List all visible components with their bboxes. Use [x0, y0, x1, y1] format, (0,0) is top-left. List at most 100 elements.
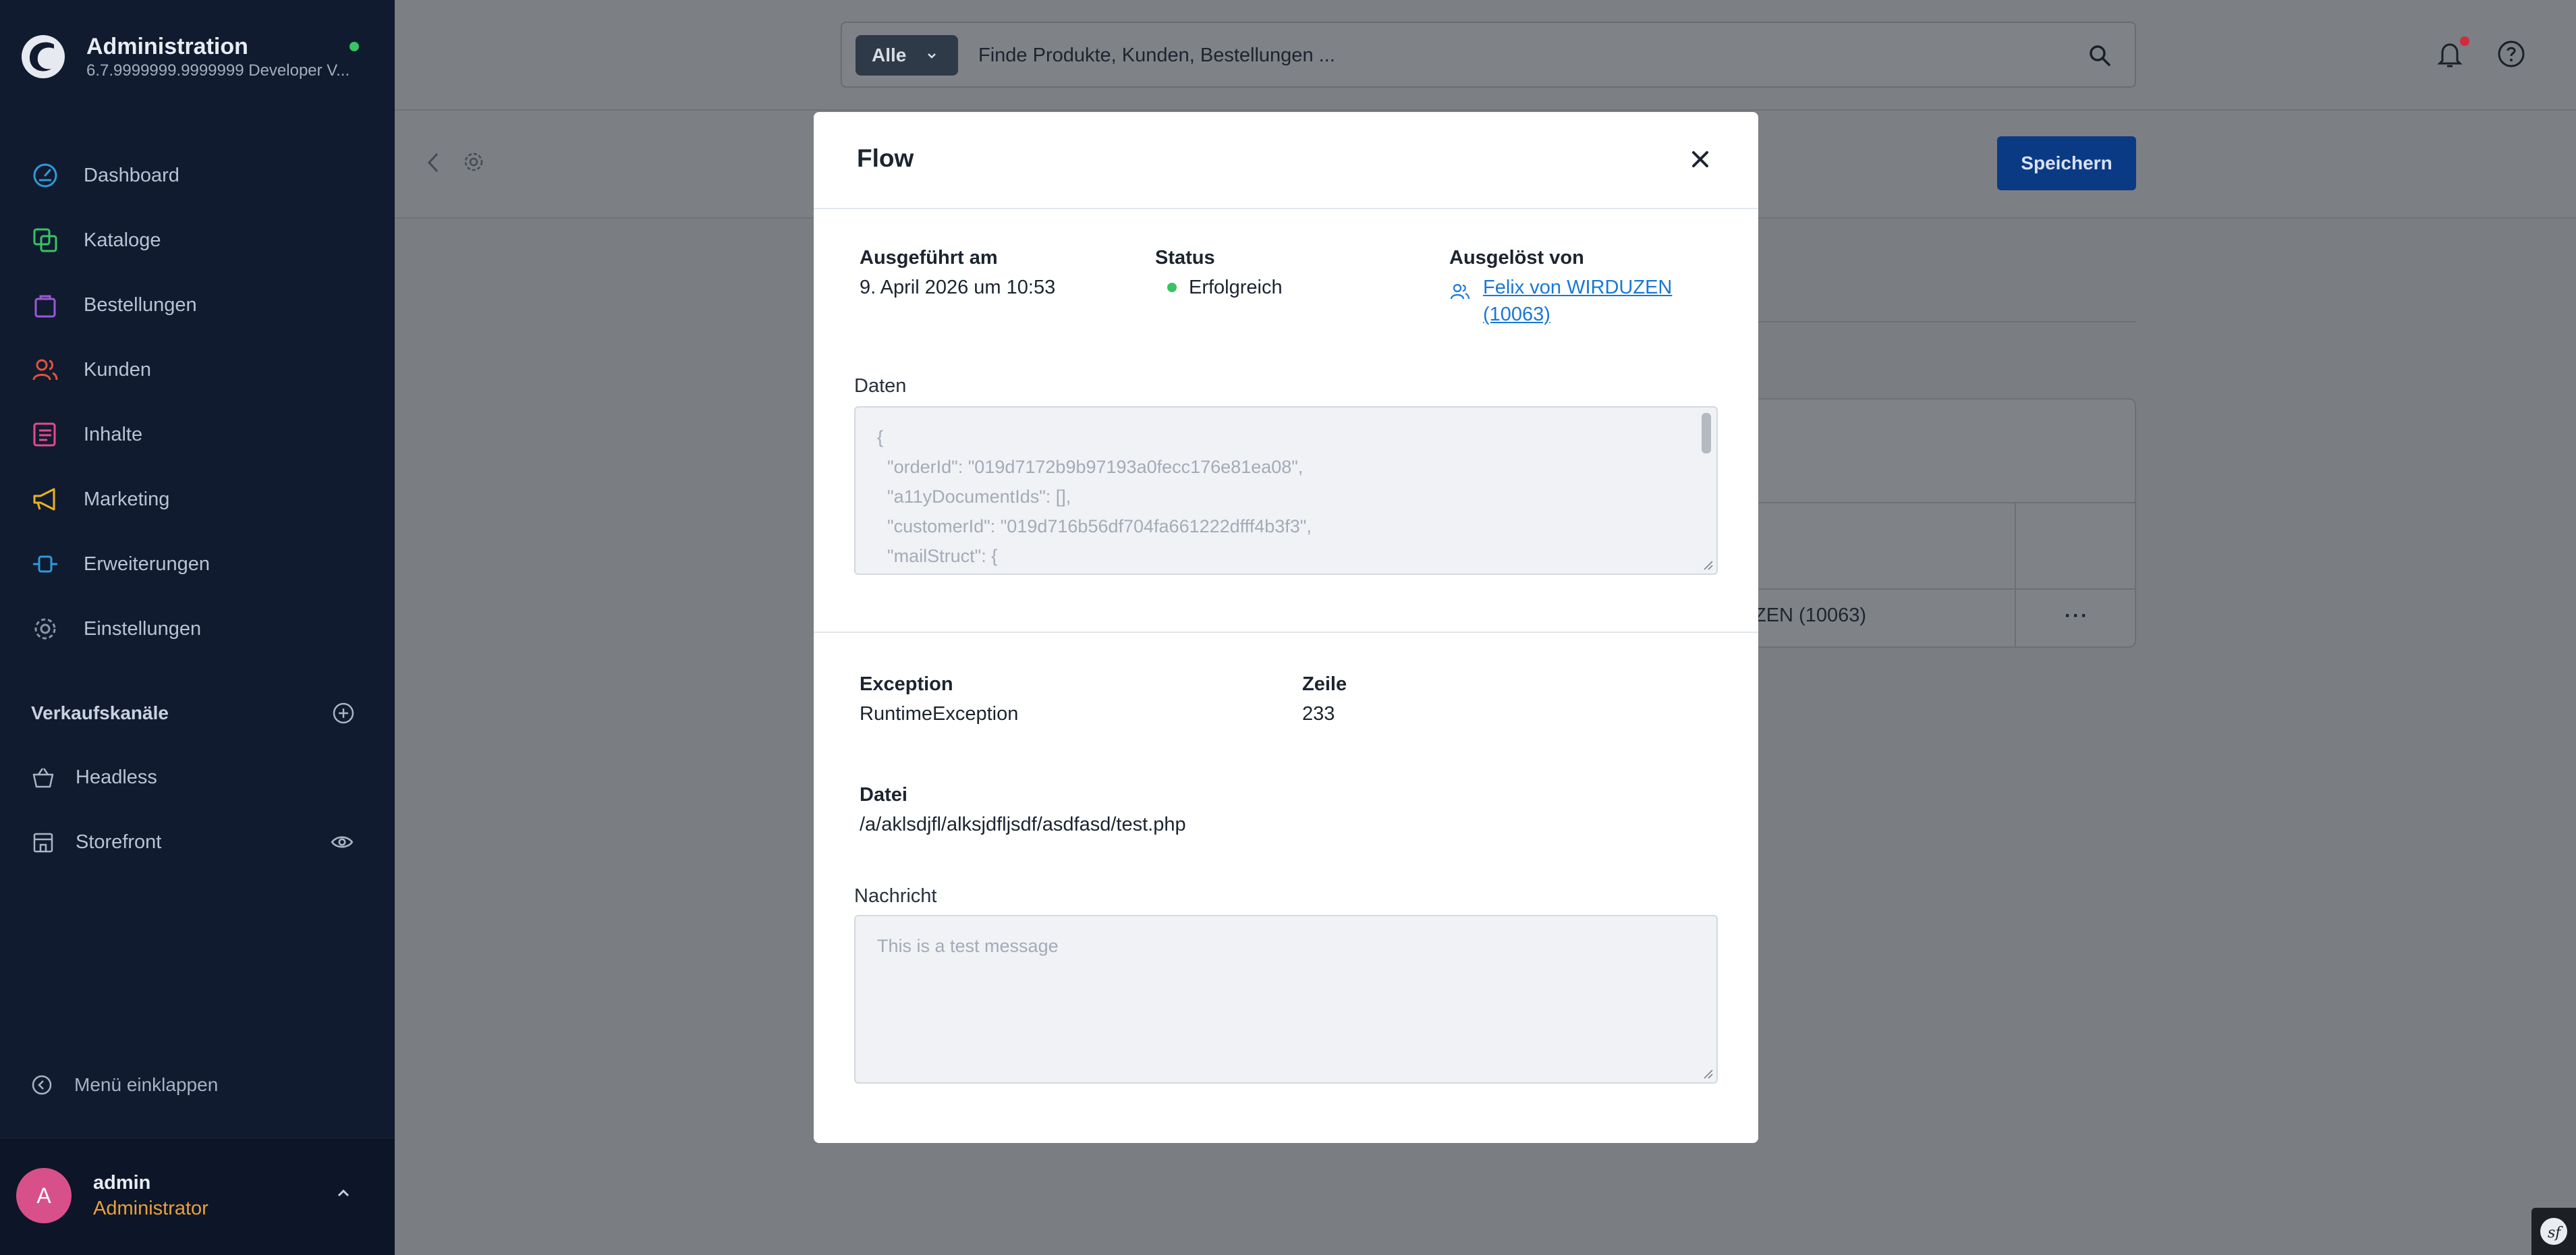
sales-channel-label: Headless — [76, 766, 157, 788]
nav-label-settings: Einstellungen — [84, 617, 202, 640]
modal-section-divider — [814, 632, 1758, 633]
nav-label-orders: Bestellungen — [84, 294, 197, 316]
file-label: Datei — [860, 784, 907, 806]
avatar: A — [16, 1168, 72, 1223]
status-dot — [1167, 283, 1177, 292]
catalog-icon — [33, 228, 57, 252]
settings-gear-icon[interactable] — [461, 150, 486, 174]
nav-item-marketing[interactable]: Marketing — [0, 467, 395, 532]
symfony-toolbar-icon[interactable]: sf — [2531, 1208, 2576, 1255]
search-type-label: Alle — [872, 45, 907, 65]
plug-icon — [33, 555, 57, 573]
nav-item-orders[interactable]: Bestellungen — [0, 273, 395, 337]
user-role: Administrator — [93, 1198, 208, 1219]
file-value: /a/aklsdjfl/alksjdfljsdf/asdfasd/test.ph… — [860, 814, 1186, 835]
user-menu[interactable]: A admin Administrator — [0, 1138, 395, 1255]
triggered-by-line1[interactable]: Felix von WIRDUZEN — [1483, 277, 1672, 298]
app-version: 6.7.9999999.9999999 Developer V... — [86, 61, 350, 80]
data-line: "orderId": "019d7172b9b97193a0fecc176e81… — [877, 457, 1304, 477]
resize-grip-icon[interactable] — [1702, 1067, 1714, 1080]
basket-icon — [32, 768, 54, 788]
flow-modal: Flow Ausgeführt am 9. April 2026 um 10:5… — [814, 112, 1758, 1143]
exception-label: Exception — [860, 673, 953, 695]
customers-icon — [32, 359, 58, 381]
content-icon — [33, 422, 56, 447]
back-arrow-icon[interactable] — [425, 151, 441, 174]
line-value: 233 — [1302, 703, 1335, 725]
shopping-bag-icon — [34, 295, 56, 318]
search-type-dropdown[interactable]: Alle — [856, 35, 958, 76]
add-sales-channel-icon[interactable] — [332, 702, 355, 725]
users-icon — [1450, 283, 1470, 300]
data-line: "a11yDocumentIds": [], — [877, 486, 1071, 507]
chevron-down-icon — [928, 53, 936, 59]
user-name: admin — [93, 1172, 151, 1194]
table-cell: ZEN (10063) — [1754, 605, 1867, 626]
executed-value: 9. April 2026 um 10:53 — [860, 277, 1056, 298]
triggered-label: Ausgelöst von — [1449, 247, 1584, 269]
nav-item-customers[interactable]: Kunden — [0, 337, 395, 402]
exception-value: RuntimeException — [860, 703, 1019, 725]
nav-item-extensions[interactable]: Erweiterungen — [0, 532, 395, 596]
nav-item-content[interactable]: Inhalte — [0, 402, 395, 467]
eye-icon[interactable] — [330, 830, 354, 854]
storefront-icon — [33, 833, 53, 853]
save-button[interactable]: Speichern — [1997, 136, 2136, 190]
executed-label: Ausgeführt am — [860, 247, 998, 269]
table-divider — [1754, 588, 2136, 590]
status-text: Erfolgreich — [1189, 277, 1283, 298]
table-column-divider — [2015, 502, 2016, 648]
triggered-by-link[interactable]: Felix von WIRDUZEN (10063) — [1449, 274, 1672, 328]
sidebar: Administration 6.7.9999999.9999999 Devel… — [0, 0, 395, 1255]
notification-badge — [2460, 36, 2469, 46]
resize-grip-icon[interactable] — [1702, 559, 1714, 571]
nav-label-dashboard: Dashboard — [84, 164, 179, 186]
chevron-left-circle-icon — [32, 1075, 52, 1095]
data-textarea[interactable]: { "orderId": "019d7172b9b97193a0fecc176e… — [854, 406, 1718, 575]
shopware-logo-icon — [22, 35, 65, 78]
nav-item-catalogs[interactable]: Kataloge — [0, 208, 395, 273]
help-icon[interactable] — [2496, 39, 2526, 69]
line-label: Zeile — [1302, 673, 1347, 695]
collapse-menu-button[interactable]: Menü einklappen — [31, 1074, 218, 1096]
modal-title: Flow — [857, 144, 914, 172]
sales-channels-header: Verkaufskanäle — [31, 702, 355, 725]
chevron-up-icon[interactable] — [333, 1183, 354, 1203]
scrollbar-thumb[interactable] — [1702, 413, 1711, 453]
search-input[interactable] — [978, 36, 1990, 74]
status-value: Erfolgreich — [1167, 274, 1283, 301]
table-divider — [1754, 502, 2136, 503]
nav-label-extensions: Erweiterungen — [84, 553, 210, 575]
megaphone-icon — [33, 488, 55, 511]
gear-icon — [34, 618, 56, 640]
nav-label-customers: Kunden — [84, 358, 151, 381]
data-line: { — [877, 427, 884, 447]
data-label: Daten — [854, 375, 907, 397]
status-label: Status — [1155, 247, 1215, 269]
sales-channels-title: Verkaufskanäle — [31, 702, 169, 723]
global-search: Alle — [841, 22, 2136, 88]
data-line: "mailStruct": { — [877, 546, 998, 566]
search-icon[interactable] — [2088, 43, 2112, 67]
brand[interactable]: Administration 6.7.9999999.9999999 Devel… — [20, 32, 349, 81]
close-icon[interactable] — [1688, 147, 1712, 171]
sales-channel-headless[interactable]: Headless — [0, 745, 395, 810]
data-line: "customerId": "019d716b56df704fa661222df… — [877, 516, 1312, 536]
nav-label-marketing: Marketing — [84, 488, 170, 510]
modal-header-divider — [814, 208, 1758, 209]
sales-channel-list: Headless Storefront — [0, 745, 395, 874]
row-actions-button[interactable]: ··· — [2065, 605, 2089, 628]
collapse-menu-label: Menü einklappen — [74, 1074, 219, 1095]
tab-divider — [1754, 321, 2136, 323]
triggered-by-line2[interactable]: (10063) — [1483, 304, 1550, 325]
main-navigation: Dashboard Kataloge Bestellungen Kunden I… — [0, 143, 395, 661]
sales-channel-storefront[interactable]: Storefront — [0, 810, 395, 874]
nav-label-content: Inhalte — [84, 423, 143, 445]
nav-item-settings[interactable]: Einstellungen — [0, 596, 395, 661]
sales-channel-label: Storefront — [76, 831, 162, 853]
nav-label-catalogs: Kataloge — [84, 229, 161, 251]
message-label: Nachricht — [854, 885, 937, 907]
message-textarea[interactable]: This is a test message — [854, 915, 1718, 1084]
app-title: Administration — [86, 34, 248, 59]
nav-item-dashboard[interactable]: Dashboard — [0, 143, 395, 208]
